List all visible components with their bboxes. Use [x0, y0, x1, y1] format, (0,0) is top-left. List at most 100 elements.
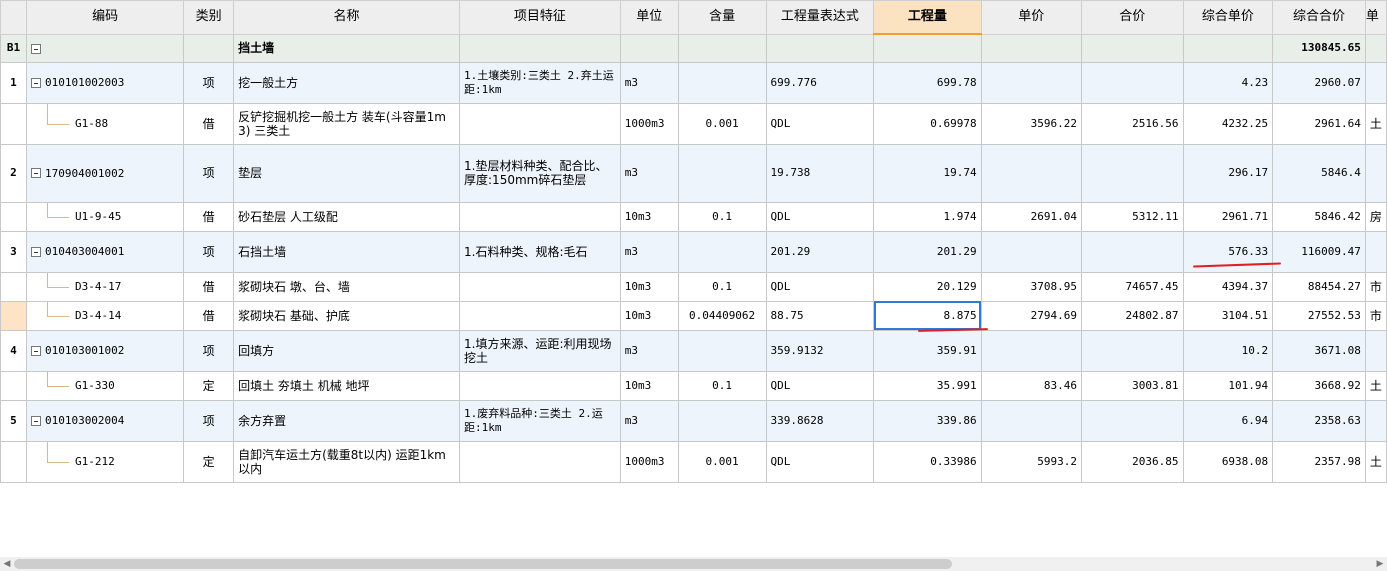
type-cell[interactable]: 项: [183, 399, 235, 442]
unit-cell[interactable]: m3: [619, 399, 679, 442]
name-cell[interactable]: 回填方: [233, 329, 461, 372]
code-cell[interactable]: 010103001002: [25, 329, 185, 372]
expression-cell[interactable]: 359.9132: [765, 329, 875, 372]
unit-price-cell[interactable]: 101.94: [1182, 370, 1274, 401]
feature-cell[interactable]: [459, 440, 621, 483]
extra-cell[interactable]: [1364, 143, 1387, 203]
type-cell[interactable]: 项: [183, 61, 235, 104]
expression-cell[interactable]: QDL: [765, 201, 875, 232]
header-code[interactable]: 编码: [25, 0, 185, 35]
type-cell[interactable]: 借: [183, 271, 235, 302]
name-cell[interactable]: 自卸汽车运土方(载重8t以内) 运距1km以内: [233, 440, 461, 483]
header-feature[interactable]: 项目特征: [459, 0, 621, 35]
expression-cell[interactable]: QDL: [765, 440, 875, 483]
total-cell[interactable]: [1081, 33, 1184, 63]
expression-cell[interactable]: 201.29: [765, 230, 875, 273]
row-number[interactable]: 2: [0, 143, 27, 203]
total-cell[interactable]: [1081, 399, 1184, 442]
bill-item-row[interactable]: 2 170904001002 项 垫层 1.垫层材料种类、配合比、厚度:150m…: [0, 143, 1387, 203]
expression-cell[interactable]: [765, 33, 875, 63]
name-cell[interactable]: 浆砌块石 墩、台、墙: [233, 271, 461, 302]
price-cell[interactable]: 3596.22: [980, 102, 1083, 145]
unit-cell[interactable]: 10m3: [619, 201, 679, 232]
combined-total-cell[interactable]: 88454.27: [1272, 271, 1366, 302]
combined-total-cell[interactable]: 116009.47: [1272, 230, 1366, 273]
quantity-cell[interactable]: 359.91: [873, 329, 982, 372]
unit-price-cell[interactable]: 4394.37: [1182, 271, 1274, 302]
name-cell[interactable]: 挡土墙: [233, 33, 461, 63]
combined-total-cell[interactable]: 3668.92: [1272, 370, 1366, 401]
feature-cell[interactable]: [459, 33, 621, 63]
code-cell[interactable]: 010403004001: [25, 230, 185, 273]
header-unit-price[interactable]: 综合单价: [1182, 0, 1274, 35]
type-cell[interactable]: [183, 33, 235, 63]
section-row[interactable]: B1 挡土墙 130845.65: [0, 33, 1387, 63]
code-cell[interactable]: G1-212: [25, 440, 185, 483]
quantity-cell[interactable]: 1.974: [873, 201, 982, 232]
code-cell[interactable]: D3-4-17: [25, 271, 185, 302]
unit-cell[interactable]: 10m3: [619, 271, 679, 302]
price-cell[interactable]: [980, 230, 1083, 273]
content-cell[interactable]: 0.1: [677, 370, 767, 401]
feature-cell[interactable]: [459, 102, 621, 145]
combined-total-cell[interactable]: 2358.63: [1272, 399, 1366, 442]
quantity-cell-selected[interactable]: 8.875: [873, 300, 982, 331]
extra-cell[interactable]: 土: [1364, 370, 1387, 401]
extra-cell[interactable]: 房: [1364, 201, 1387, 232]
bill-item-row[interactable]: 4 010103001002 项 回填方 1.填方来源、运距:利用现场挖土 m3…: [0, 329, 1387, 372]
row-number[interactable]: [0, 201, 27, 232]
row-number[interactable]: 4: [0, 329, 27, 372]
row-number[interactable]: [0, 370, 27, 401]
content-cell[interactable]: [677, 399, 767, 442]
quantity-cell[interactable]: 20.129: [873, 271, 982, 302]
unit-cell[interactable]: 1000m3: [619, 440, 679, 483]
unit-price-cell[interactable]: 6938.08: [1182, 440, 1274, 483]
collapse-icon[interactable]: [30, 77, 41, 88]
bill-grid[interactable]: 编码 类别 名称 项目特征 单位 含量 工程量表达式 工程量 单价 合价 综合单…: [0, 0, 1387, 483]
type-cell[interactable]: 项: [183, 143, 235, 203]
combined-total-cell[interactable]: 2357.98: [1272, 440, 1366, 483]
extra-cell[interactable]: 土: [1364, 440, 1387, 483]
name-cell[interactable]: 挖一般土方: [233, 61, 461, 104]
combined-total-cell[interactable]: 2961.64: [1272, 102, 1366, 145]
extra-cell[interactable]: 土: [1364, 102, 1387, 145]
combined-total-cell[interactable]: 2960.07: [1272, 61, 1366, 104]
total-cell[interactable]: 74657.45: [1081, 271, 1184, 302]
collapse-icon[interactable]: [30, 246, 41, 257]
code-cell[interactable]: G1-330: [25, 370, 185, 401]
quantity-cell[interactable]: 339.86: [873, 399, 982, 442]
header-content[interactable]: 含量: [677, 0, 767, 35]
unit-price-cell[interactable]: 10.2: [1182, 329, 1274, 372]
content-cell[interactable]: [677, 230, 767, 273]
extra-cell[interactable]: 市: [1364, 271, 1387, 302]
extra-cell[interactable]: 市: [1364, 300, 1387, 331]
unit-cell[interactable]: [619, 33, 679, 63]
unit-price-cell[interactable]: 296.17: [1182, 143, 1274, 203]
expression-cell[interactable]: 19.738: [765, 143, 875, 203]
total-cell[interactable]: [1081, 230, 1184, 273]
header-price[interactable]: 单价: [980, 0, 1083, 35]
feature-cell[interactable]: 1.填方来源、运距:利用现场挖土: [459, 329, 621, 372]
bill-item-row[interactable]: 5 010103002004 项 余方弃置 1.废弃料品种:三类土 2.运距:1…: [0, 399, 1387, 442]
name-cell[interactable]: 回填土 夯填土 机械 地坪: [233, 370, 461, 401]
content-cell[interactable]: 0.1: [677, 201, 767, 232]
row-number[interactable]: B1: [0, 33, 27, 63]
quantity-cell[interactable]: 0.69978: [873, 102, 982, 145]
unit-price-cell[interactable]: 4232.25: [1182, 102, 1274, 145]
total-cell[interactable]: [1081, 329, 1184, 372]
type-cell[interactable]: 定: [183, 370, 235, 401]
feature-cell[interactable]: 1.废弃料品种:三类土 2.运距:1km: [459, 399, 621, 442]
extra-cell[interactable]: [1364, 230, 1387, 273]
extra-cell[interactable]: [1364, 329, 1387, 372]
price-cell[interactable]: 83.46: [980, 370, 1083, 401]
unit-cell[interactable]: m3: [619, 61, 679, 104]
collapse-icon[interactable]: [30, 415, 41, 426]
quota-row[interactable]: G1-330 定 回填土 夯填土 机械 地坪 10m3 0.1 QDL 35.9…: [0, 370, 1387, 401]
price-cell[interactable]: 2691.04: [980, 201, 1083, 232]
name-cell[interactable]: 反铲挖掘机挖一般土方 装车(斗容量1m3) 三类土: [233, 102, 461, 145]
row-number[interactable]: [0, 440, 27, 483]
feature-cell[interactable]: [459, 271, 621, 302]
total-cell[interactable]: 2516.56: [1081, 102, 1184, 145]
row-number[interactable]: [0, 271, 27, 302]
quota-row[interactable]: U1-9-45 借 砂石垫层 人工级配 10m3 0.1 QDL 1.974 2…: [0, 201, 1387, 232]
